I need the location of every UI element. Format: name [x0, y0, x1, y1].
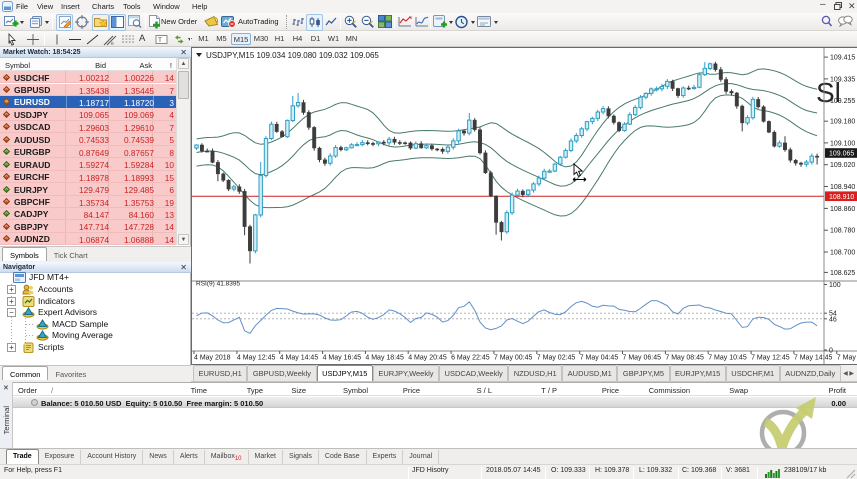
svg-text:108.910: 108.910: [829, 194, 854, 201]
svg-text:4 May 14:45: 4 May 14:45: [280, 355, 319, 362]
svg-text:0: 0: [829, 348, 833, 355]
svg-text:109.180: 109.180: [830, 119, 855, 126]
svg-text:7 May 00:45: 7 May 00:45: [494, 355, 533, 362]
svg-text:4 May 20:45: 4 May 20:45: [408, 355, 447, 362]
svg-text:109.415: 109.415: [830, 55, 855, 62]
svg-text:109.020: 109.020: [830, 162, 855, 169]
svg-text:T: T: [158, 37, 162, 44]
svg-text:7 May 12:45: 7 May 12:45: [751, 355, 790, 362]
svg-text:7 May 10:45: 7 May 10:45: [708, 355, 747, 362]
svg-text:7 May 02:45: 7 May 02:45: [537, 355, 576, 362]
svg-text:46: 46: [829, 316, 837, 323]
svg-text:100: 100: [829, 282, 841, 289]
svg-text:109.335: 109.335: [830, 76, 855, 83]
svg-text:7 May 16:45: 7 May 16:45: [837, 355, 857, 362]
svg-text:4 May 12:45: 4 May 12:45: [237, 355, 276, 362]
svg-text:USDJPY,M15 109.034 109.080 1: USDJPY,M15 109.034 109.080 109.032 109.0…: [206, 51, 379, 60]
svg-text:4 May 18:45: 4 May 18:45: [365, 355, 404, 362]
svg-text:7 May 08:45: 7 May 08:45: [665, 355, 704, 362]
svg-text:RSI(9) 41.8395: RSI(9) 41.8395: [196, 281, 240, 288]
svg-text:109.255: 109.255: [830, 98, 855, 105]
svg-text:109.100: 109.100: [830, 140, 855, 147]
svg-text:7 May 14:45: 7 May 14:45: [794, 355, 833, 362]
svg-text:108.940: 108.940: [830, 184, 855, 191]
svg-text:7 May 04:45: 7 May 04:45: [580, 355, 619, 362]
svg-text:108.700: 108.700: [830, 250, 855, 257]
svg-text:109.065: 109.065: [829, 151, 854, 158]
svg-text:4 May 16:45: 4 May 16:45: [323, 355, 362, 362]
svg-text:108.780: 108.780: [830, 228, 855, 235]
svg-text:4 May 2018: 4 May 2018: [194, 355, 231, 362]
svg-text:108.625: 108.625: [830, 270, 855, 277]
svg-text:6 May 22:45: 6 May 22:45: [451, 355, 490, 362]
svg-text:108.860: 108.860: [830, 206, 855, 213]
svg-text:7 May 06:45: 7 May 06:45: [623, 355, 662, 362]
svg-text:e: e: [111, 41, 114, 46]
